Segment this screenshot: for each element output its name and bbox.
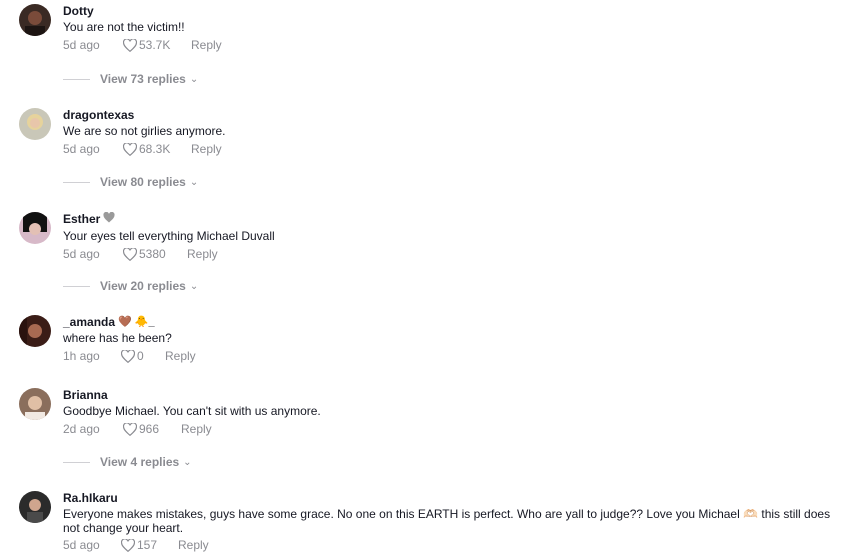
chevron-down-icon: ⌄: [189, 280, 199, 292]
username[interactable]: Ra.hIkaru: [63, 491, 840, 505]
view-replies-label[interactable]: View 73 replies: [100, 72, 186, 86]
username[interactable]: Esther: [63, 211, 840, 227]
timestamp: 5d ago: [63, 38, 100, 52]
divider: [63, 285, 90, 287]
view-replies-label[interactable]: View 4 replies: [100, 455, 179, 469]
chevron-down-icon: ⌄: [189, 176, 199, 188]
heart-outline-icon: [123, 422, 137, 436]
comment-text: We are so not girlies anymore.: [63, 124, 226, 138]
username-text[interactable]: Esther: [63, 212, 100, 226]
reply-button[interactable]: Reply: [165, 349, 196, 363]
grey-heart-icon: [103, 211, 115, 227]
like-button[interactable]: 53.7K: [123, 38, 191, 52]
divider: [63, 78, 90, 80]
reply-button[interactable]: Reply: [191, 142, 222, 156]
avatar[interactable]: [19, 388, 51, 420]
comment-text: Your eyes tell everything Michael Duvall: [63, 229, 275, 243]
timestamp: 1h ago: [63, 349, 100, 363]
username[interactable]: Dotty: [63, 4, 840, 18]
avatar[interactable]: [19, 4, 51, 36]
view-replies-button[interactable]: View 20 replies ⌄: [63, 279, 198, 293]
view-replies-label[interactable]: View 20 replies: [100, 279, 186, 293]
comment-text: Everyone makes mistakes, guys have some …: [63, 507, 831, 535]
chevron-down-icon: ⌄: [183, 456, 192, 468]
avatar[interactable]: [19, 491, 51, 523]
view-replies-button[interactable]: View 80 replies ⌄: [63, 175, 198, 189]
emoji-badge: 🤎 🐥_: [118, 316, 155, 328]
comment-text: where has he been?: [63, 331, 172, 345]
view-replies-button[interactable]: View 4 replies ⌄: [63, 455, 192, 469]
like-button[interactable]: 0: [121, 349, 165, 363]
like-button[interactable]: 157: [121, 538, 178, 552]
heart-outline-icon: [123, 38, 137, 52]
comment-text: Goodbye Michael. You can't sit with us a…: [63, 404, 321, 418]
reply-button[interactable]: Reply: [181, 422, 212, 436]
heart-outline-icon: [121, 538, 135, 552]
timestamp: 2d ago: [63, 422, 100, 436]
username-text[interactable]: Brianna: [63, 388, 108, 402]
divider: [63, 461, 90, 463]
comment-text: You are not the victim!!: [63, 20, 185, 34]
like-count: 0: [137, 349, 144, 363]
like-count: 5380: [139, 247, 166, 261]
like-count: 68.3K: [139, 142, 171, 156]
like-button[interactable]: 5380: [123, 247, 187, 261]
timestamp: 5d ago: [63, 142, 100, 156]
reply-button[interactable]: Reply: [178, 538, 209, 552]
heart-outline-icon: [121, 349, 135, 363]
view-replies-button[interactable]: View 73 replies ⌄: [63, 72, 198, 86]
username-text[interactable]: _amanda: [63, 315, 115, 329]
timestamp: 5d ago: [63, 538, 100, 552]
like-count: 157: [137, 538, 158, 552]
avatar[interactable]: [19, 315, 51, 347]
chevron-down-icon: ⌄: [189, 73, 199, 85]
heart-outline-icon: [123, 247, 137, 261]
reply-button[interactable]: Reply: [191, 38, 222, 52]
reply-button[interactable]: Reply: [187, 247, 218, 261]
username[interactable]: Brianna: [63, 388, 840, 402]
avatar[interactable]: [19, 108, 51, 140]
like-button[interactable]: 966: [123, 422, 181, 436]
like-count: 966: [139, 422, 160, 436]
username-text[interactable]: Dotty: [63, 4, 94, 18]
username-text[interactable]: Ra.hIkaru: [63, 491, 118, 505]
divider: [63, 181, 90, 183]
like-count: 53.7K: [139, 38, 171, 52]
avatar[interactable]: [19, 212, 51, 244]
username[interactable]: _amanda 🤎 🐥_: [63, 315, 840, 329]
username[interactable]: dragontexas: [63, 108, 840, 122]
heart-outline-icon: [123, 142, 137, 156]
like-button[interactable]: 68.3K: [123, 142, 191, 156]
view-replies-label[interactable]: View 80 replies: [100, 175, 186, 189]
username-text[interactable]: dragontexas: [63, 108, 134, 122]
timestamp: 5d ago: [63, 247, 100, 261]
